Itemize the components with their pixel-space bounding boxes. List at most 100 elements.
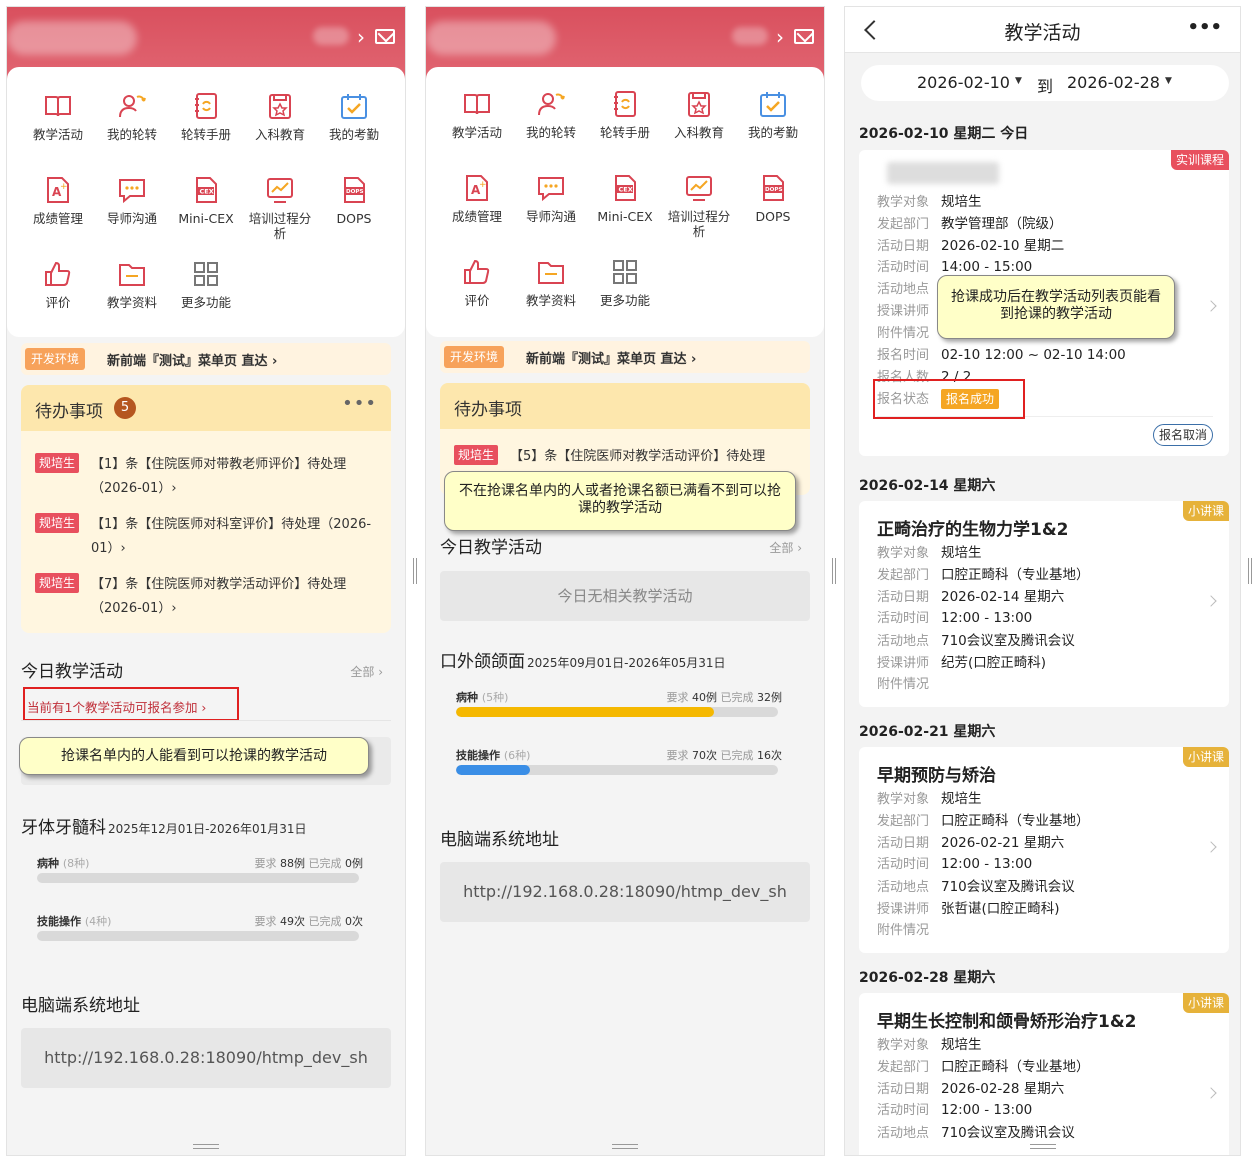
menu-item[interactable]: 更多功能: [169, 259, 243, 329]
chevron-right-icon[interactable]: ›: [357, 25, 365, 49]
avatar: [7, 21, 137, 55]
activity-title[interactable]: 早期预防与矫治: [877, 761, 996, 786]
progress-bar: [456, 765, 778, 775]
progress-name: 病种 (8种): [37, 855, 89, 871]
activity-card[interactable]: 小讲课 正畸治疗的生物力学1&2 教学对象 规培生 发起部门 口腔正畸科（专业基地）活…: [859, 501, 1229, 707]
menu-item-label: 我的考勤: [747, 125, 798, 140]
row-key: 发起部门: [877, 568, 930, 583]
menu-grid: 教学活动 我的轮转 轮转手册 入科教育 我的考勤 A + 成绩管理 导师沟通 CEX Mini-CE…: [21, 91, 391, 329]
menu-item[interactable]: 轮转手册: [169, 91, 243, 161]
education-icon: [684, 89, 714, 119]
date-to[interactable]: 2026-02-28: [1067, 73, 1160, 92]
progress-name: 技能操作 (4种): [37, 913, 111, 929]
resize-handle-icon[interactable]: [612, 1144, 638, 1149]
menu-item[interactable]: 导师沟通: [95, 175, 169, 245]
menu-item[interactable]: 我的考勤: [317, 91, 391, 161]
resize-handle-icon[interactable]: [1029, 1144, 1056, 1149]
todo-item[interactable]: 规培生 【1】条【住院医师对带教老师评价】待处理（2026-01）›: [21, 453, 391, 503]
menu-item[interactable]: 培训过程分析: [243, 175, 317, 245]
todo-text[interactable]: 【7】条【住院医师对教学活动评价】待处理（2026-01）›: [91, 573, 377, 621]
menu-item[interactable]: 我的轮转: [95, 91, 169, 161]
pc-url-box[interactable]: http://192.168.0.28:18090/htmp_dev_sh: [21, 1028, 391, 1088]
menu-item[interactable]: 评价: [21, 259, 95, 329]
menu-item[interactable]: CEX Mini-CEX: [588, 173, 662, 243]
row-key: 教学对象: [877, 1038, 930, 1053]
more-icon[interactable]: •••: [1187, 17, 1222, 38]
activity-info-row: 活动时间 12:00 - 13:00: [877, 853, 1032, 872]
more-icon[interactable]: •••: [342, 393, 377, 414]
menu-item[interactable]: 轮转手册: [588, 89, 662, 159]
env-link[interactable]: 新前端『测试』菜单页 直达 ›: [107, 350, 277, 369]
dept-date-range: 2025年09月01日-2026年05月31日: [527, 656, 726, 670]
pc-url-box[interactable]: http://192.168.0.28:18090/htmp_dev_sh: [440, 862, 810, 922]
activity-info-row: 发起部门 教学管理部（院级）: [877, 212, 1063, 232]
menu-item-label: 成绩管理: [32, 211, 83, 226]
menu-item[interactable]: 我的考勤: [736, 89, 810, 159]
dops-icon: DOPS: [758, 173, 788, 203]
resize-handle-icon[interactable]: [193, 1144, 219, 1149]
splitter-handle-icon[interactable]: [1248, 558, 1252, 584]
menu-item[interactable]: DOPS DOPS: [317, 175, 391, 245]
rotation-user-icon: [536, 89, 566, 119]
activity-info-row: 活动地点: [877, 278, 941, 297]
cancel-signup-button[interactable]: 报名取消: [1152, 424, 1213, 446]
todo-item[interactable]: 规培生 【7】条【住院医师对教学活动评价】待处理（2026-01）›: [21, 573, 391, 623]
menu-item-label: 入科教育: [254, 127, 305, 142]
progress-label: 技能操作: [37, 915, 81, 928]
menu-item[interactable]: A + 成绩管理: [21, 175, 95, 245]
row-value: 710会议室及腾讯会议: [941, 1125, 1075, 1141]
activity-title[interactable]: 早期生长控制和颌骨矫形治疗1&2: [877, 1007, 1136, 1032]
req-value: 88例: [280, 857, 305, 870]
progress-bar: [37, 873, 359, 883]
activity-card[interactable]: 小讲课 早期预防与矫治 教学对象 规培生 发起部门 口腔正畸科（专业基地） 活动日期 20…: [859, 747, 1229, 953]
progress-kinds: (5种): [481, 691, 509, 704]
row-key: 发起部门: [877, 814, 930, 829]
menu-item[interactable]: A + 成绩管理: [440, 173, 514, 243]
date-from[interactable]: 2026-02-10: [917, 73, 1010, 92]
svg-text:DOPS: DOPS: [346, 189, 364, 195]
todo-item[interactable]: 规培生 【1】条【住院医师对科室评价】待处理（2026-01）›: [21, 513, 391, 563]
row-key: 附件情况: [877, 326, 930, 341]
dev-env-bar[interactable]: 开发环境 新前端『测试』菜单页 直达 ›: [440, 341, 810, 373]
dept-title: 口外颌颌面 2025年09月01日-2026年05月31日: [440, 647, 726, 672]
todo-section: 待办事项 5 ••• 规培生 【1】条【住院医师对带教老师评价】待处理（2026…: [21, 385, 391, 633]
menu-item[interactable]: 更多功能: [588, 257, 662, 327]
todo-text[interactable]: 【5】条【住院医师对教学活动评价】待处理: [510, 445, 796, 469]
mail-icon[interactable]: [375, 29, 395, 44]
menu-item[interactable]: 培训过程分析: [662, 173, 736, 243]
chart-icon: [265, 175, 295, 205]
activity-title[interactable]: 正畸治疗的生物力学1&2: [877, 515, 1068, 540]
today-all-link[interactable]: 全部 ›: [769, 539, 802, 556]
menu-item[interactable]: 评价: [440, 257, 514, 327]
home-panel-no-signup: › 教学活动 我的轮转 轮转手册 入科教育 我的考勤 A + 成绩管理 导师沟通 CEX Mini-…: [425, 6, 825, 1156]
grade-icon: A +: [43, 175, 73, 205]
row-key: 活动日期: [877, 836, 930, 851]
splitter-handle-icon[interactable]: [413, 558, 417, 584]
date-range-picker[interactable]: 2026-02-10 ▼ 到 2026-02-28 ▼: [861, 65, 1229, 101]
menu-item[interactable]: DOPS DOPS: [736, 173, 810, 243]
chevron-right-icon[interactable]: ›: [776, 25, 784, 49]
menu-item[interactable]: CEX Mini-CEX: [169, 175, 243, 245]
dev-env-bar[interactable]: 开发环境 新前端『测试』菜单页 直达 ›: [21, 343, 391, 375]
menu-item-label: 我的轮转: [106, 127, 157, 142]
mail-icon[interactable]: [794, 29, 814, 44]
menu-item[interactable]: 入科教育: [243, 91, 317, 161]
activity-info-row: 附件情况: [877, 919, 941, 938]
menu-item[interactable]: 我的轮转: [514, 89, 588, 159]
menu-item[interactable]: 教学活动: [440, 89, 514, 159]
splitter-handle-icon[interactable]: [832, 558, 836, 584]
row-key: 教学对象: [877, 195, 930, 210]
todo-text[interactable]: 【1】条【住院医师对科室评价】待处理（2026-01）›: [91, 513, 377, 561]
today-all-link[interactable]: 全部 ›: [350, 663, 383, 680]
todo-text[interactable]: 【1】条【住院医师对带教老师评价】待处理（2026-01）›: [91, 453, 377, 501]
env-link[interactable]: 新前端『测试』菜单页 直达 ›: [526, 348, 696, 367]
annotation-note: 抢课名单内的人能看到可以抢课的教学活动: [19, 737, 369, 775]
menu-item[interactable]: 导师沟通: [514, 173, 588, 243]
menu-item[interactable]: 教学资料: [514, 257, 588, 327]
chat-icon: [536, 173, 566, 203]
menu-item[interactable]: 教学资料: [95, 259, 169, 329]
menu-item[interactable]: 入科教育: [662, 89, 736, 159]
menu-item[interactable]: 教学活动: [21, 91, 95, 161]
annotation-note: 抢课成功后在教学活动列表页能看到抢课的教学活动: [937, 275, 1175, 339]
activity-card[interactable]: 小讲课 早期生长控制和颌骨矫形治疗1&2 教学对象 规培生 发起部门 口腔正畸科（专业…: [859, 993, 1229, 1155]
